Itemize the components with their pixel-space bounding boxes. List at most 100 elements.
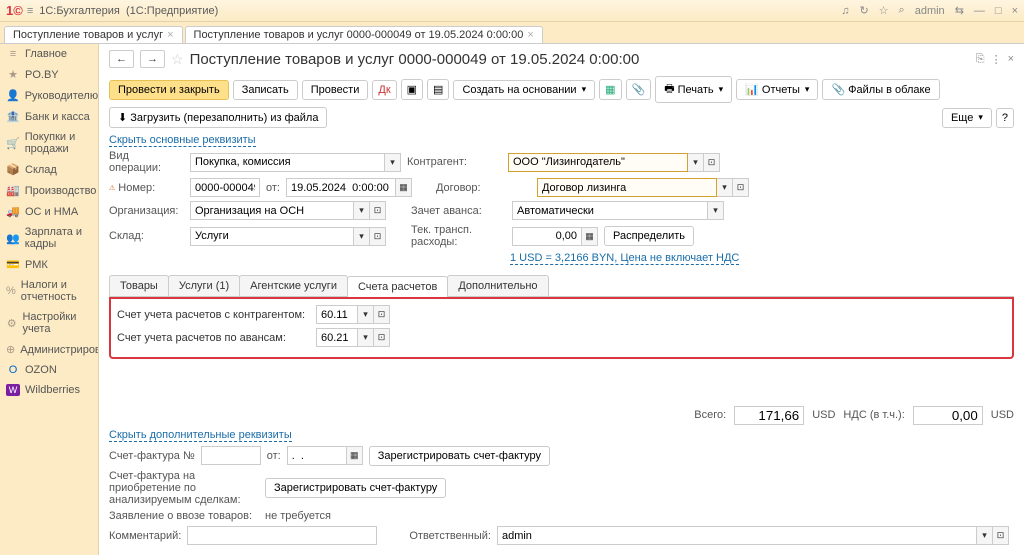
sidebar-item[interactable]: ⊕Администрирование: [0, 339, 98, 360]
tab-agent[interactable]: Агентские услуги: [239, 275, 348, 296]
user-label[interactable]: admin: [915, 5, 945, 17]
sidebar-item[interactable]: 👤Руководителю: [0, 85, 98, 106]
dropdown-icon[interactable]: ▾: [385, 153, 401, 172]
sidebar-item[interactable]: ≡Главное: [0, 44, 98, 64]
dropdown-icon[interactable]: ▾: [354, 201, 370, 220]
doc-icon-button[interactable]: ▤: [427, 79, 449, 100]
load-file-button[interactable]: ⬇ Загрузить (перезаполнить) из файла: [109, 107, 327, 128]
sidebar-item[interactable]: 💳РМК: [0, 254, 98, 275]
transport-input[interactable]: [512, 227, 582, 246]
sidebar-item[interactable]: WWildberries: [0, 380, 98, 400]
date-input[interactable]: [286, 178, 396, 197]
close-icon[interactable]: ×: [1012, 5, 1018, 17]
open-icon[interactable]: ⊡: [374, 328, 390, 347]
doc-tab[interactable]: Поступление товаров и услуг×: [4, 26, 183, 43]
open-icon[interactable]: ⊡: [370, 201, 386, 220]
clip-icon-button[interactable]: 📎: [626, 79, 652, 100]
warehouse-input[interactable]: [190, 227, 354, 246]
favorite-icon[interactable]: ☆: [879, 4, 889, 17]
notifications-icon[interactable]: ♫: [841, 5, 849, 17]
link-icon[interactable]: ⎘: [976, 53, 985, 66]
calendar-icon[interactable]: ▦: [396, 178, 412, 197]
rate-link[interactable]: 1 USD = 3,2166 BYN, Цена не включает НДС: [510, 252, 739, 265]
number-input[interactable]: [190, 178, 260, 197]
open-icon[interactable]: ⊡: [370, 227, 386, 246]
open-icon[interactable]: ⊡: [704, 153, 720, 172]
menu-icon[interactable]: ⋮: [991, 53, 1002, 66]
tab-more[interactable]: Дополнительно: [447, 275, 548, 296]
sidebar-item[interactable]: ★PO.BY: [0, 64, 98, 85]
dropdown-icon[interactable]: ▾: [354, 227, 370, 246]
dropdown-icon[interactable]: ▾: [717, 178, 733, 197]
back-button[interactable]: ←: [109, 50, 134, 68]
sidebar-item[interactable]: 🚚ОС и НМА: [0, 201, 98, 222]
sidebar-item[interactable]: 🛒Покупки и продажи: [0, 127, 98, 159]
post-button[interactable]: Провести: [302, 80, 369, 100]
sidebar-item[interactable]: OOZON: [0, 360, 98, 380]
burger-icon[interactable]: ≡: [27, 5, 33, 17]
star-icon: ★: [6, 68, 20, 81]
sidebar-item[interactable]: 📦Склад: [0, 159, 98, 180]
distribute-button[interactable]: Распределить: [604, 226, 694, 246]
settings-icon[interactable]: ⇆: [955, 4, 964, 17]
calendar-icon[interactable]: ▦: [347, 446, 363, 465]
dropdown-icon[interactable]: ▾: [358, 328, 374, 347]
comment-input[interactable]: [187, 526, 377, 545]
sf-number-input[interactable]: [201, 446, 261, 465]
excel-icon-button[interactable]: ▦: [599, 79, 621, 100]
sf-date-input[interactable]: [287, 446, 347, 465]
dropdown-icon[interactable]: ▾: [977, 526, 993, 545]
open-icon[interactable]: ⊡: [733, 178, 749, 197]
tab-services[interactable]: Услуги (1): [168, 275, 240, 296]
hide-more-link[interactable]: Скрыть дополнительные реквизиты: [109, 429, 292, 442]
responsible-input[interactable]: [497, 526, 977, 545]
sidebar-item[interactable]: ⚙Настройки учета: [0, 307, 98, 339]
search-icon[interactable]: ⌕: [899, 4, 905, 17]
dk-button[interactable]: Дк: [372, 80, 396, 100]
forward-button[interactable]: →: [140, 50, 165, 68]
operation-input[interactable]: [190, 153, 385, 172]
sidebar-item[interactable]: 👥Зарплата и кадры: [0, 222, 98, 254]
tab-goods[interactable]: Товары: [109, 275, 169, 296]
total-label: Всего:: [694, 409, 726, 421]
maximize-icon[interactable]: □: [995, 5, 1002, 17]
print-button[interactable]: 🖶 Печать: [655, 76, 732, 103]
history-icon[interactable]: ↻: [859, 4, 868, 17]
register-sf-button[interactable]: Зарегистрировать счет-фактуру: [369, 446, 550, 466]
org-input[interactable]: [190, 201, 354, 220]
reports-button[interactable]: 📊 Отчеты: [736, 79, 818, 100]
more-button[interactable]: Еще: [942, 108, 992, 128]
contragent-input[interactable]: [508, 153, 688, 172]
dropdown-icon[interactable]: ▾: [358, 305, 374, 324]
dropdown-icon[interactable]: ▾: [708, 201, 724, 220]
doc-icon-button[interactable]: ▣: [401, 79, 423, 100]
acc-adv-input[interactable]: [316, 328, 358, 347]
open-icon[interactable]: ⊡: [993, 526, 1009, 545]
close-icon[interactable]: ×: [527, 29, 533, 41]
post-close-button[interactable]: Провести и закрыть: [109, 80, 229, 100]
minimize-icon[interactable]: —: [974, 5, 985, 17]
content-area: ← → ☆ Поступление товаров и услуг 0000-0…: [99, 44, 1024, 555]
write-button[interactable]: Записать: [233, 80, 298, 100]
hide-details-link[interactable]: Скрыть основные реквизиты: [109, 134, 256, 147]
acc-ctr-input[interactable]: [316, 305, 358, 324]
sidebar-item[interactable]: 🏭Производство: [0, 180, 98, 201]
dropdown-icon[interactable]: ▾: [688, 153, 704, 172]
register-sf2-button[interactable]: Зарегистрировать счет-фактуру: [265, 478, 446, 498]
create-based-button[interactable]: Создать на основании: [453, 80, 595, 100]
contract-input[interactable]: [537, 178, 717, 197]
sidebar-item[interactable]: 🏦Банк и касса: [0, 106, 98, 127]
tab-accounts[interactable]: Счета расчетов: [347, 276, 448, 297]
open-icon[interactable]: ⊡: [374, 305, 390, 324]
help-button[interactable]: ?: [996, 108, 1014, 128]
nds-label: НДС (в т.ч.):: [843, 409, 904, 421]
calc-icon[interactable]: ▦: [582, 227, 598, 246]
doc-tab[interactable]: Поступление товаров и услуг 0000-000049 …: [185, 26, 543, 43]
cloud-button[interactable]: 📎 Файлы в облаке: [822, 79, 939, 100]
close-icon[interactable]: ×: [1008, 53, 1014, 66]
favorite-icon[interactable]: ☆: [171, 51, 184, 68]
close-icon[interactable]: ×: [167, 29, 173, 41]
number-label: ⚠Номер:: [109, 182, 184, 194]
sidebar-item[interactable]: %Налоги и отчетность: [0, 275, 98, 307]
advance-input[interactable]: [512, 201, 708, 220]
